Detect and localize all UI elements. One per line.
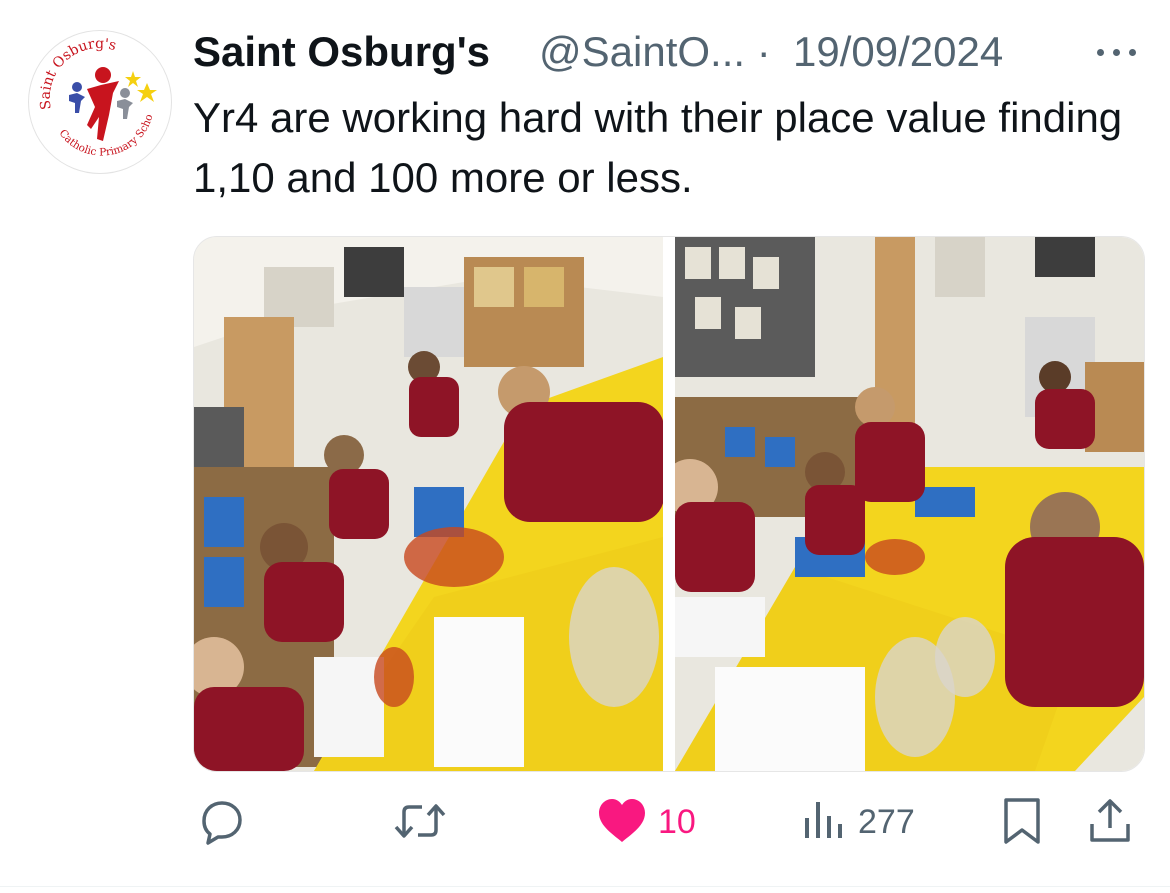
photo-classroom-right[interactable] — [675, 237, 1144, 771]
views-icon — [805, 802, 842, 838]
share-button[interactable] — [1086, 796, 1134, 848]
tweet-header: Saint Osburg's @SaintO... · 19/09/2024 — [193, 26, 1153, 78]
bookmark-icon — [1004, 798, 1040, 844]
media-grid — [193, 236, 1145, 772]
author-handle[interactable]: @SaintO... · — [539, 26, 771, 78]
reply-button[interactable] — [196, 796, 246, 848]
bottom-divider — [0, 886, 1170, 887]
separator-dot: · — [756, 28, 771, 75]
like-button[interactable]: 10 — [596, 796, 706, 848]
share-icon — [1090, 799, 1130, 842]
school-logo: Saint Osburg's Catholic Primary School — [29, 31, 157, 159]
profile-avatar[interactable]: Saint Osburg's Catholic Primary School — [28, 30, 172, 174]
views-button[interactable]: 277 — [800, 796, 920, 848]
heart-icon — [599, 799, 645, 842]
more-options-icon[interactable] — [1093, 26, 1143, 78]
tweet-text: Yr4 are working hard with their place va… — [193, 94, 1123, 201]
tweet-date[interactable]: 19/09/2024 — [793, 26, 1003, 78]
reply-icon — [202, 801, 242, 845]
author-name[interactable]: Saint Osburg's — [193, 26, 490, 78]
like-count: 10 — [658, 803, 696, 841]
views-count: 277 — [858, 803, 915, 841]
bookmark-button[interactable] — [1000, 796, 1044, 848]
photo-classroom-left[interactable] — [194, 237, 663, 771]
handle-text: @SaintO... — [539, 28, 746, 75]
retweet-button[interactable] — [390, 796, 450, 848]
retweet-icon — [394, 804, 446, 838]
